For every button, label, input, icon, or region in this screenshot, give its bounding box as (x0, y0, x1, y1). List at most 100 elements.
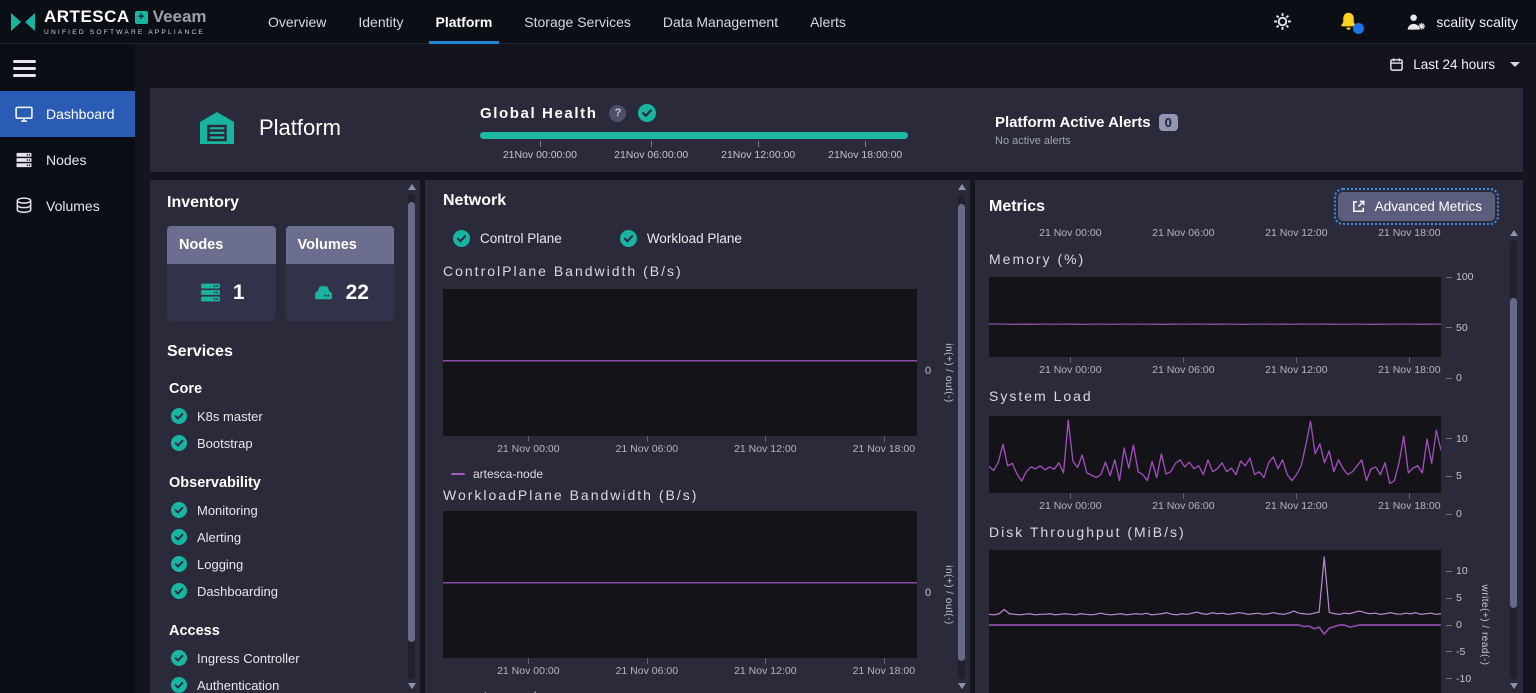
workload-plane-status: Workload Plane (620, 230, 742, 247)
legend-label: artesca-node (473, 689, 543, 693)
service-item: Bootstrap (167, 435, 394, 451)
platform-active-alerts: Platform Active Alerts 0 No active alert… (995, 114, 1178, 147)
y-axis-label: in(+) / out(-) (943, 343, 954, 403)
scroll-up-arrow[interactable] (408, 184, 416, 190)
x-axis-labels: 21 Nov 00:0021 Nov 06:00 21 Nov 12:0021 … (989, 364, 1441, 378)
settings-gear-icon[interactable] (1273, 12, 1292, 31)
notifications-bell-icon[interactable] (1338, 11, 1359, 32)
scroll-down-arrow[interactable] (408, 683, 416, 689)
service-label: Logging (197, 557, 243, 572)
artesca-veeam-logo[interactable]: ARTESCA + Veeam UNIFIED SOFTWARE APPLIAN… (10, 7, 230, 36)
external-link-icon (1351, 199, 1366, 214)
time-range-bar: Last 24 hours (135, 44, 1536, 84)
nodes-card[interactable]: Nodes 1 (167, 226, 276, 321)
scroll-up-arrow[interactable] (958, 184, 966, 190)
clipped-axis-labels: 21 Nov 00:0021 Nov 06:00 21 Nov 12:0021 … (989, 227, 1441, 237)
calendar-icon (1389, 57, 1404, 72)
notification-badge-dot (1353, 23, 1364, 34)
nav-tab-platform[interactable]: Platform (420, 0, 509, 44)
legend-artesca-node[interactable]: artesca-node (451, 689, 970, 693)
nav-tab-data-management[interactable]: Data Management (647, 0, 794, 44)
disk-throughput-chart[interactable] (989, 550, 1441, 693)
check-circle-icon (171, 650, 187, 666)
service-label: Authentication (197, 678, 279, 693)
service-label: Ingress Controller (197, 651, 300, 666)
check-circle-icon (171, 583, 187, 599)
user-menu[interactable]: scality scality (1405, 12, 1518, 31)
scrollbar-thumb[interactable] (958, 204, 965, 661)
inventory-title: Inventory (167, 194, 394, 212)
scroll-down-arrow[interactable] (1510, 683, 1518, 689)
service-item: Alerting (167, 529, 394, 545)
y-axis-label: write(+) / read(-) (1479, 585, 1490, 666)
nav-tab-identity[interactable]: Identity (342, 0, 419, 44)
scrollbar-thumb[interactable] (408, 202, 415, 642)
service-label: Bootstrap (197, 436, 253, 451)
nav-tab-storage-services[interactable]: Storage Services (508, 0, 647, 44)
alerts-subtext: No active alerts (995, 135, 1178, 147)
y-tick: 0 (1446, 619, 1462, 631)
inventory-panel: Inventory Nodes 1 Volumes (150, 180, 420, 693)
top-navigation-bar: ARTESCA + Veeam UNIFIED SOFTWARE APPLIAN… (0, 0, 1536, 44)
nodes-servers-icon (14, 150, 34, 170)
sidebar-item-nodes[interactable]: Nodes (0, 137, 135, 183)
sidebar-item-label: Volumes (46, 198, 100, 214)
sidebar-item-label: Nodes (46, 152, 86, 168)
scrollbar-thumb[interactable] (1510, 298, 1517, 608)
service-item: Authentication (167, 677, 394, 693)
y-tick: 5 (1446, 592, 1462, 604)
nav-tab-alerts[interactable]: Alerts (794, 0, 862, 44)
legend-artesca-node[interactable]: artesca-node (451, 467, 970, 481)
y-zero-label: 0 (925, 587, 931, 599)
memory-chart[interactable] (989, 277, 1441, 357)
page-title: Platform (259, 115, 341, 141)
volumes-card[interactable]: Volumes 22 (286, 226, 395, 321)
legend-line-swatch (451, 473, 465, 475)
alerts-title: Platform Active Alerts (995, 114, 1151, 131)
user-name: scality scality (1436, 14, 1518, 30)
status-label: Workload Plane (647, 231, 742, 246)
workloadplane-bandwidth-chart[interactable] (443, 511, 917, 658)
health-ok-check-icon (638, 104, 656, 122)
legend-label: artesca-node (473, 467, 543, 481)
brand-artesca: ARTESCA (44, 7, 130, 27)
system-load-chart[interactable] (989, 416, 1441, 493)
x-axis-labels: 21 Nov 00:0021 Nov 06:00 21 Nov 12:0021 … (443, 665, 917, 679)
group-title: Access (169, 623, 394, 639)
metrics-scrollbar[interactable] (1508, 230, 1519, 689)
service-label: Dashboarding (197, 584, 278, 599)
check-circle-icon (171, 408, 187, 424)
network-title: Network (443, 192, 970, 210)
controlplane-bandwidth-chart[interactable] (443, 289, 917, 436)
time-range-selector[interactable]: Last 24 hours (1389, 57, 1520, 72)
y-tick: 10 (1446, 433, 1468, 445)
dashboard-monitor-icon (14, 104, 34, 124)
nodes-count: 1 (233, 281, 245, 305)
inventory-scrollbar[interactable] (406, 184, 417, 689)
help-icon[interactable]: ? (609, 105, 626, 122)
nav-tab-overview[interactable]: Overview (252, 0, 342, 44)
group-title: Core (169, 381, 394, 397)
volumes-disk-icon (311, 280, 336, 305)
global-health-axis: 21Nov 00:00:00 21Nov 06:00:00 21Nov 12:0… (480, 141, 908, 161)
time-range-label: Last 24 hours (1413, 57, 1495, 72)
volumes-database-icon (14, 196, 34, 216)
hamburger-menu-icon[interactable] (13, 60, 36, 77)
advanced-metrics-button[interactable]: Advanced Metrics (1338, 192, 1495, 221)
network-panel: Network Control Plane Workload Plane Con… (425, 180, 970, 693)
global-health: Global Health ? 21Nov 00:00:00 21Nov 06:… (480, 104, 908, 161)
platform-warehouse-icon (195, 108, 239, 148)
user-gear-icon (1405, 12, 1427, 31)
sidebar-item-volumes[interactable]: Volumes (0, 183, 135, 229)
alerts-count-badge: 0 (1159, 114, 1178, 131)
y-tick: 5 (1446, 470, 1462, 482)
network-scrollbar[interactable] (956, 184, 967, 689)
sidebar-item-dashboard[interactable]: Dashboard (0, 91, 135, 137)
scroll-up-arrow[interactable] (1510, 230, 1518, 236)
scroll-down-arrow[interactable] (958, 683, 966, 689)
check-circle-icon (171, 529, 187, 545)
services-group-access: Access Ingress Controller Authentication (167, 623, 394, 693)
x-axis-labels: 21 Nov 00:0021 Nov 06:00 21 Nov 12:0021 … (989, 500, 1441, 514)
brand-tagline: UNIFIED SOFTWARE APPLIANCE (44, 29, 207, 36)
check-circle-icon (171, 502, 187, 518)
